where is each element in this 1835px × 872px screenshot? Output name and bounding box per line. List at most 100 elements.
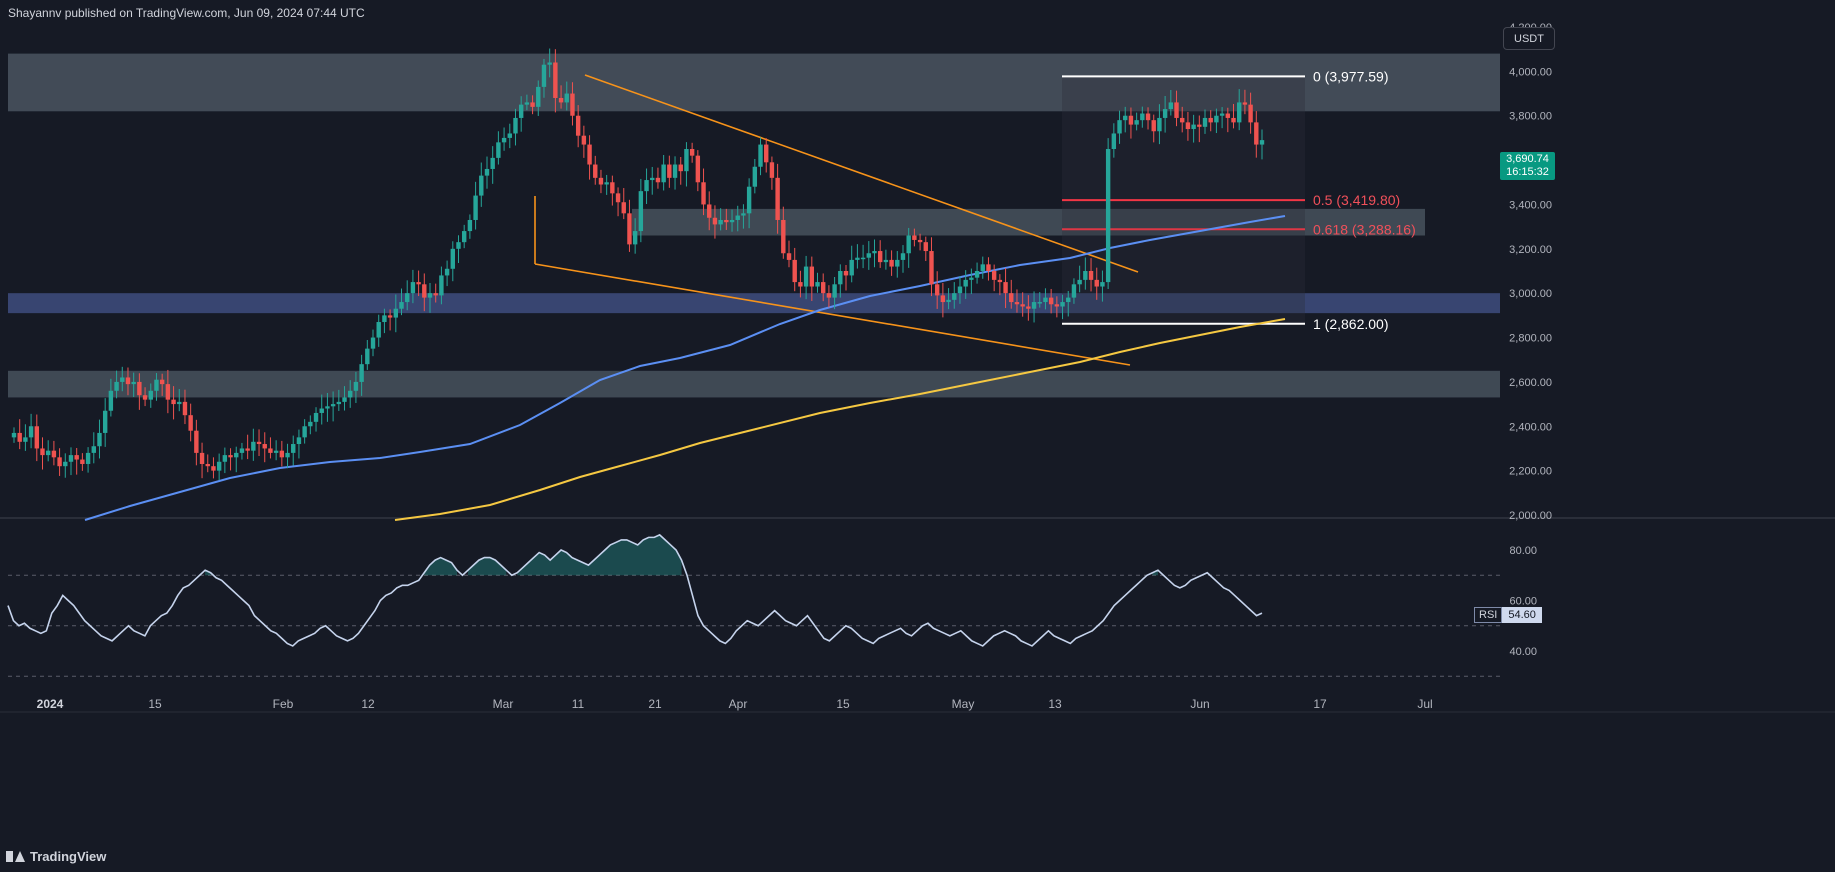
candle [883, 249, 889, 270]
rsi-value: 54.60 [1502, 607, 1542, 623]
fib-level-label: 0.618 (3,288.16) [1313, 221, 1416, 237]
candle [245, 434, 250, 460]
candle-body [63, 461, 68, 467]
candle [866, 241, 871, 270]
candle [786, 240, 792, 268]
candle [313, 407, 319, 432]
chart-grid [0, 517, 1835, 713]
candle-body [769, 162, 775, 178]
candle-body [980, 264, 985, 271]
price-tick-label: 3,800.00 [1509, 111, 1552, 123]
candle-body [262, 444, 267, 449]
candle-body [986, 264, 991, 271]
candle-body [1145, 113, 1151, 121]
price-tick-label: 2,000.00 [1509, 510, 1552, 522]
candle-body [68, 455, 74, 462]
candle-body [342, 397, 347, 402]
candle-body [473, 195, 478, 220]
tradingview-brand[interactable]: TradingView [6, 849, 106, 864]
candle-body [1060, 302, 1065, 307]
time-tick-label: Jun [1190, 697, 1209, 711]
candle [51, 440, 57, 466]
time-tick-label: 2024 [37, 697, 64, 711]
candle-body [313, 412, 319, 422]
candle [102, 398, 108, 447]
candle-body [1162, 109, 1168, 118]
candle-body [729, 219, 735, 223]
candle-body [222, 455, 228, 462]
candle-body [803, 266, 809, 287]
candle-body [154, 379, 159, 391]
candle [587, 135, 592, 180]
candle [291, 435, 296, 466]
time-tick-label: 15 [148, 697, 162, 711]
candle-body [1026, 306, 1031, 309]
time-tick-label: 21 [648, 697, 662, 711]
candle [205, 454, 210, 473]
rsi-tick-label: 80.00 [1509, 545, 1537, 557]
candle-body [1054, 304, 1060, 307]
candle-body [1168, 102, 1174, 110]
candle-body [815, 282, 820, 287]
candle-body [912, 235, 917, 240]
candle-body [650, 177, 655, 181]
price-tick-label: 2,800.00 [1509, 333, 1552, 345]
candle [655, 167, 661, 189]
candle-body [581, 135, 587, 145]
candle [752, 158, 758, 194]
candle-body [393, 308, 399, 318]
candle-body [1020, 304, 1025, 307]
candle-body [336, 401, 342, 405]
candle-body [1117, 120, 1122, 134]
candle-body [1014, 302, 1020, 305]
candle-body [689, 149, 695, 156]
candle [661, 154, 666, 191]
candle [23, 424, 28, 451]
candle-body [479, 175, 484, 196]
candle-body [108, 390, 114, 411]
candle-body [558, 97, 564, 103]
candle-body [934, 284, 940, 296]
candle [302, 419, 307, 444]
candle-body [199, 452, 205, 464]
candle-body [165, 384, 171, 400]
candle-body [860, 257, 866, 260]
candle [11, 427, 17, 443]
candle-body [97, 432, 102, 447]
candle-body [1202, 117, 1208, 127]
time-tick-label: Mar [493, 697, 514, 711]
candle-body [969, 277, 974, 280]
candle-body [365, 348, 370, 365]
candle-body [148, 390, 153, 400]
candle [980, 256, 985, 279]
price-tick-label: 4,000.00 [1509, 66, 1552, 78]
candle [849, 245, 854, 283]
candle-body [786, 253, 792, 260]
price-tick-label: 3,000.00 [1509, 288, 1552, 300]
candle [296, 429, 302, 459]
candle-body [974, 271, 980, 278]
candle [17, 419, 22, 450]
candle-body [427, 293, 433, 298]
candle-body [1231, 117, 1236, 123]
currency-unit-badge[interactable]: USDT [1503, 27, 1555, 50]
candle-body [279, 450, 285, 458]
candle [507, 123, 512, 149]
candle [461, 224, 467, 249]
candle [467, 214, 473, 239]
candle-body [1009, 293, 1014, 303]
candle-body [1083, 271, 1088, 280]
candle-body [484, 168, 490, 176]
candle-body [678, 164, 683, 172]
candle-body [832, 284, 837, 298]
candle-body [239, 448, 245, 453]
price-chart[interactable]: 0 (3,977.59) 0.5 (3,419.80) 0.618 (3,288.1… [0, 0, 1835, 872]
candle [860, 244, 866, 269]
candle-body [319, 408, 324, 413]
candle-body [1185, 122, 1191, 130]
candle-body [251, 441, 256, 451]
candle-body [273, 450, 279, 453]
candle-body [1094, 279, 1099, 287]
candle-body [182, 401, 188, 416]
candle-body [1180, 117, 1185, 123]
